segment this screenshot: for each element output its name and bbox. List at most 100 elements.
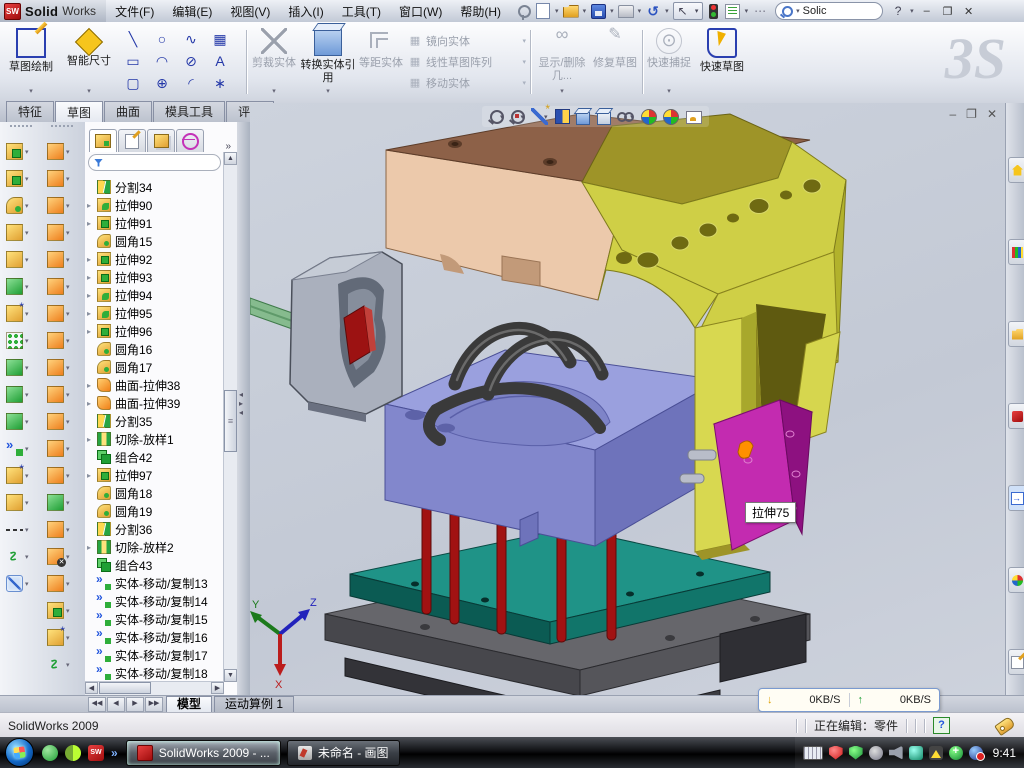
- view-tool-button[interactable]: ▾: [597, 108, 611, 125]
- tree-item[interactable]: 实体-移动/复制14: [87, 592, 221, 610]
- view-tool-button[interactable]: ▾: [490, 110, 504, 124]
- tree-item[interactable]: 分割35: [87, 412, 221, 430]
- tree-item[interactable]: 实体-移动/复制18: [87, 664, 221, 682]
- featuremanager-tree-tab[interactable]: [89, 129, 117, 152]
- taskbar-window-button[interactable]: SolidWorks 2009 - ...: [126, 740, 281, 766]
- rapid-sketch-button[interactable]: 快速草图: [696, 26, 748, 98]
- tree-item[interactable]: 拉伸91: [87, 214, 221, 232]
- close-button[interactable]: ✕: [960, 3, 978, 19]
- feature-tool-button[interactable]: ▾: [2, 381, 36, 408]
- tray-icon[interactable]: [869, 746, 883, 760]
- tree-item[interactable]: 圆角17: [87, 358, 221, 376]
- menu-item[interactable]: 工具(T): [333, 1, 390, 22]
- tray-icon[interactable]: [889, 746, 903, 760]
- pattern-stack-item[interactable]: ▦ 线性草图阵列 ▾: [408, 51, 526, 72]
- tree-item[interactable]: 拉伸93: [87, 268, 221, 286]
- feature-tool-button[interactable]: ▾: [2, 300, 36, 327]
- surface-tool-button[interactable]: ▾: [43, 570, 77, 597]
- tree-item[interactable]: 切除-放样2: [87, 538, 221, 556]
- tree-item[interactable]: 拉伸92: [87, 250, 221, 268]
- task-pane-tab[interactable]: [1008, 567, 1024, 593]
- sketch-entity-icon[interactable]: ▦: [211, 28, 240, 50]
- new-document-icon[interactable]: [535, 3, 551, 19]
- surface-tool-button[interactable]: ▾: [43, 165, 77, 192]
- expand-arrow[interactable]: [87, 219, 97, 228]
- task-pane-tab[interactable]: [1008, 157, 1024, 183]
- feature-tool-button[interactable]: ▾: [2, 246, 36, 273]
- configurationmanager-tab[interactable]: [147, 129, 175, 152]
- scroll-right-button[interactable]: ▶: [211, 682, 224, 694]
- scroll-left-button[interactable]: ◀: [85, 682, 98, 694]
- tree-item[interactable]: 实体-移动/复制16: [87, 628, 221, 646]
- sketch-entity-icon[interactable]: ▢: [124, 72, 153, 94]
- sketch-entity-icon[interactable]: ∿: [182, 28, 211, 50]
- expand-arrow[interactable]: [87, 255, 97, 264]
- menu-item[interactable]: 帮助(H): [451, 1, 510, 22]
- task-pane-tab[interactable]: [1008, 239, 1024, 265]
- menu-item[interactable]: 插入(I): [279, 1, 332, 22]
- sketch-button[interactable]: 草图绘制▾: [4, 26, 58, 98]
- dimxpertmanager-tab[interactable]: [176, 129, 204, 152]
- feature-tool-button[interactable]: ▾: [2, 543, 36, 570]
- select-caret[interactable]: ▾: [692, 3, 702, 19]
- expand-arrow[interactable]: [87, 399, 97, 408]
- sketch-entity-icon[interactable]: ⊘: [182, 50, 211, 72]
- child-restore-button[interactable]: ❐: [966, 107, 977, 121]
- tree-vertical-scrollbar[interactable]: ▲ ▼: [223, 152, 237, 682]
- expand-arrow[interactable]: [87, 201, 97, 210]
- toolbar-drag-handle[interactable]: [51, 125, 73, 135]
- smart-dimension-button[interactable]: 智能尺寸▾: [62, 26, 116, 98]
- quick-launch-overflow-chevron[interactable]: »: [111, 746, 118, 760]
- tree-item[interactable]: 拉伸95: [87, 304, 221, 322]
- search-box[interactable]: ▾ Solic: [775, 2, 883, 20]
- view-tool-button[interactable]: ▾: [663, 109, 679, 125]
- tray-icon[interactable]: [929, 746, 943, 760]
- surface-tool-button[interactable]: ▾: [43, 300, 77, 327]
- surface-tool-button[interactable]: ▾: [43, 516, 77, 543]
- feature-tool-button[interactable]: ▾: [2, 273, 36, 300]
- expand-arrow[interactable]: [87, 327, 97, 336]
- graphics-viewport[interactable]: Y Z X ▾▾▾▾▾▾▾▾▾▾ – ❐ ✕ 拉伸75: [250, 103, 1005, 695]
- task-pane-tab[interactable]: [1008, 403, 1024, 429]
- save-icon[interactable]: [590, 3, 606, 19]
- surface-tool-button[interactable]: ▾: [43, 435, 77, 462]
- prev-tab-button[interactable]: ◀: [107, 697, 125, 712]
- sketch-entity-icon[interactable]: ○: [153, 28, 182, 50]
- surface-tool-button[interactable]: ▾: [43, 489, 77, 516]
- feature-tool-button[interactable]: ▾: [2, 435, 36, 462]
- sketch-entity-icon[interactable]: ◜: [182, 72, 211, 94]
- tree-item[interactable]: 圆角19: [87, 502, 221, 520]
- expand-arrow[interactable]: [87, 273, 97, 282]
- panel-splitter[interactable]: ◂▸◂: [237, 122, 251, 695]
- tree-item[interactable]: 实体-移动/复制15: [87, 610, 221, 628]
- feature-tool-button[interactable]: ▾: [2, 165, 36, 192]
- view-tool-button[interactable]: ▾: [617, 108, 634, 125]
- display-delete-relations-button[interactable]: ∞ 显示/删除几...▾: [534, 26, 590, 98]
- quick-snaps-button[interactable]: ⊙ 快速捕捉▾: [646, 26, 692, 98]
- tree-item[interactable]: 分割36: [87, 520, 221, 538]
- surface-tool-button[interactable]: ▾: [43, 327, 77, 354]
- tree-item[interactable]: 曲面-拉伸38: [87, 376, 221, 394]
- tree-item[interactable]: 实体-移动/复制13: [87, 574, 221, 592]
- print-icon[interactable]: [618, 3, 634, 19]
- tree-item[interactable]: 实体-移动/复制17: [87, 646, 221, 664]
- surface-tool-button[interactable]: ▾: [43, 354, 77, 381]
- model-3d-view[interactable]: Y Z X: [250, 103, 1005, 695]
- pattern-stack-item[interactable]: ▦ 移动实体 ▾: [408, 72, 526, 93]
- task-pane-tab[interactable]: [1008, 649, 1024, 675]
- expand-arrow[interactable]: [87, 543, 97, 552]
- feature-tool-button[interactable]: ▾: [2, 489, 36, 516]
- toolbar-drag-handle[interactable]: [10, 125, 32, 135]
- child-close-button[interactable]: ✕: [987, 107, 997, 121]
- expand-arrow[interactable]: [87, 381, 97, 390]
- tree-item[interactable]: 圆角15: [87, 232, 221, 250]
- tree-item[interactable]: 圆角18: [87, 484, 221, 502]
- surface-tool-button[interactable]: ▾: [43, 138, 77, 165]
- expand-arrow[interactable]: [87, 309, 97, 318]
- tray-icon[interactable]: [949, 746, 963, 760]
- model-tab[interactable]: 运动算例 1: [214, 696, 294, 712]
- expand-arrow[interactable]: [87, 471, 97, 480]
- feature-tool-button[interactable]: ▾: [2, 138, 36, 165]
- tray-icon[interactable]: [829, 746, 843, 760]
- sketch-entity-icon[interactable]: A: [211, 50, 240, 72]
